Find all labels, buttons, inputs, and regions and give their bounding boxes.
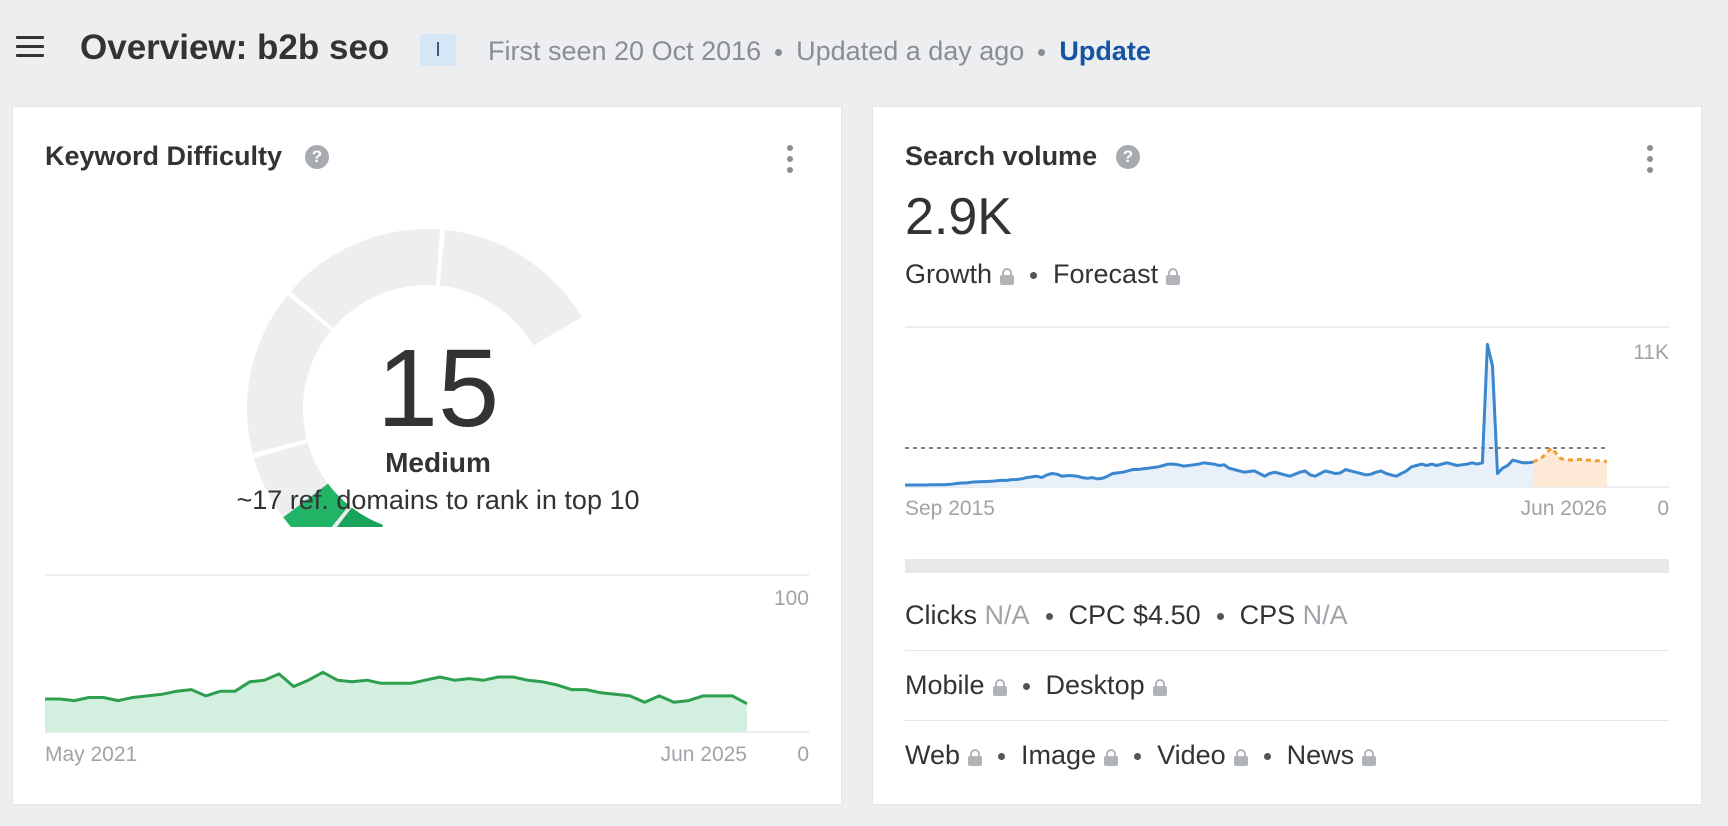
update-link[interactable]: Update: [1059, 36, 1151, 66]
x-axis-end-label: Jun 2026: [1521, 497, 1607, 520]
chart-divider-bar: [905, 559, 1669, 573]
devices-row: Mobile Desktop: [905, 650, 1669, 721]
y-axis-min-label: 0: [797, 743, 809, 766]
first-seen-text: First seen 20 Oct 2016: [488, 36, 762, 66]
intent-badge: I: [420, 34, 456, 66]
y-axis-min-label: 0: [1657, 497, 1669, 520]
x-axis-end-label: Jun 2025: [661, 743, 747, 766]
metrics-row: Clicks N/A CPC $4.50 CPS N/A: [905, 580, 1669, 651]
lock-icon: [1233, 749, 1248, 766]
keyword-difficulty-card: Keyword Difficulty ? 15 Medium ~17 ref. …: [12, 106, 842, 805]
mobile-label[interactable]: Mobile: [905, 670, 985, 700]
page-title: Overview: b2b seo: [80, 28, 390, 67]
x-axis-start-label: Sep 2015: [905, 497, 995, 520]
lock-icon: [1152, 679, 1167, 696]
cpc-value: CPC $4.50: [1068, 600, 1201, 630]
menu-icon[interactable]: [16, 36, 44, 58]
separator-dot: [1022, 683, 1030, 691]
search-types-row: Web Image Video News: [905, 720, 1669, 790]
separator-dot: [1263, 753, 1271, 761]
separator-dot: [1038, 49, 1046, 57]
forecast-area: [1533, 448, 1607, 487]
web-label[interactable]: Web: [905, 740, 960, 770]
updated-text: Updated a day ago: [796, 36, 1025, 66]
y-axis-max-label: 11K: [1633, 341, 1669, 364]
cps-value: N/A: [1302, 600, 1348, 630]
page-header: Overview: b2b seo I First seen 20 Oct 20…: [0, 0, 1728, 104]
separator-dot: [1216, 613, 1224, 621]
clicks-label: Clicks: [905, 600, 977, 630]
volume-line: [905, 342, 1534, 487]
search-volume-chart: 11K 0 Sep 2015 Jun 2026: [905, 326, 1669, 520]
separator-dot: [1045, 613, 1053, 621]
search-volume-card: Search volume ? 2.9K Growth Forecast 11K …: [872, 106, 1702, 805]
cps-label: CPS: [1239, 600, 1296, 630]
separator-dot: [1134, 753, 1142, 761]
lock-icon: [968, 749, 983, 766]
news-label[interactable]: News: [1287, 740, 1355, 770]
header-meta: First seen 20 Oct 2016 Updated a day ago U…: [488, 36, 1151, 67]
difficulty-history-chart: 100 0 May 2021 Jun 2025: [45, 574, 809, 766]
desktop-label[interactable]: Desktop: [1046, 670, 1145, 700]
image-label[interactable]: Image: [1021, 740, 1096, 770]
lock-icon: [1104, 749, 1119, 766]
lock-icon: [1362, 749, 1377, 766]
separator-dot: [775, 49, 783, 57]
video-label[interactable]: Video: [1157, 740, 1226, 770]
clicks-value: N/A: [984, 600, 1030, 630]
separator-dot: [998, 753, 1006, 761]
x-axis-start-label: May 2021: [45, 743, 137, 766]
y-axis-max-label: 100: [774, 587, 809, 610]
lock-icon: [992, 679, 1007, 696]
